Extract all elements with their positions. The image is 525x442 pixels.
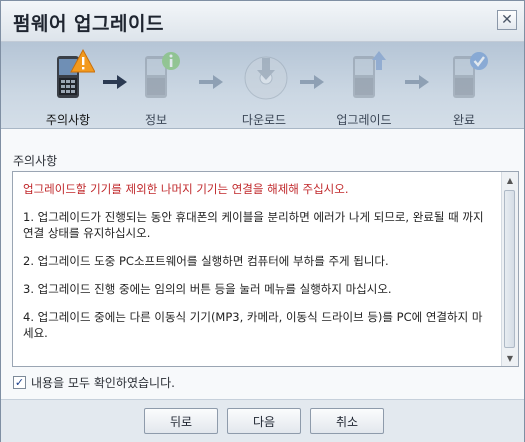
download-disc-icon <box>244 56 288 100</box>
step-label-info: 정보 <box>144 113 168 127</box>
step-download: 다운로드 <box>219 42 309 128</box>
close-button[interactable]: ✕ <box>497 10 517 30</box>
checkmark-icon: ✓ <box>14 375 25 389</box>
scrollbar-thumb[interactable] <box>504 190 515 348</box>
step-info: 정보 <box>111 42 201 128</box>
confirm-row[interactable]: ✓ 내용을 모두 확인하였습니다. <box>13 373 175 391</box>
back-button[interactable]: 뒤로 <box>144 408 218 434</box>
caution-text: 업그레이드할 기기를 제외한 나머지 기기는 연결을 해제해 주십시오. 1. … <box>13 172 502 366</box>
step-caution: 주의사항 <box>23 42 113 128</box>
step-label-caution: 주의사항 <box>45 113 91 127</box>
window-title: 펌웨어 업그레이드 <box>13 13 164 35</box>
step-label-complete: 완료 <box>452 113 476 127</box>
scroll-down-arrow-icon[interactable]: ▼ <box>502 350 518 366</box>
vertical-scrollbar[interactable]: ▲ ▼ <box>501 172 518 366</box>
firmware-upgrade-dialog: 펌웨어 업그레이드 ✕ 주의사항 정보 다운로드 업그레이드 완료 주의사항 업… <box>0 0 525 442</box>
phone-check-icon <box>453 52 488 98</box>
confirm-label[interactable]: 내용을 모두 확인하였습니다. <box>31 374 175 391</box>
notice-item: 3. 업그레이드 진행 중에는 임의의 버튼 등을 눌러 메뉴를 실행하지 마십… <box>23 282 392 296</box>
next-button[interactable]: 다음 <box>227 408 301 434</box>
close-icon: ✕ <box>501 12 513 28</box>
disconnect-warning: 업그레이드할 기기를 제외한 나머지 기기는 연결을 해제해 주십시오. <box>23 182 349 196</box>
caution-text-box[interactable]: 업그레이드할 기기를 제외한 나머지 기기는 연결을 해제해 주십시오. 1. … <box>12 171 519 367</box>
phone-upgrade-icon <box>353 51 386 98</box>
wizard-steps: 주의사항 정보 다운로드 업그레이드 완료 <box>1 42 524 129</box>
notice-item: 2. 업그레이드 도중 PC소프트웨어를 실행하면 컴퓨터에 부하를 주게 됩니… <box>23 254 389 268</box>
title-bar: 펌웨어 업그레이드 ✕ <box>1 1 524 42</box>
caution-section-label: 주의사항 <box>13 154 58 168</box>
step-label-download: 다운로드 <box>241 113 287 127</box>
scroll-up-arrow-icon[interactable]: ▲ <box>502 172 518 188</box>
phone-warning-icon <box>57 48 95 98</box>
button-bar: 뒤로 다음 취소 <box>1 399 524 442</box>
step-upgrade: 업그레이드 <box>319 42 409 128</box>
cancel-button[interactable]: 취소 <box>310 408 384 434</box>
confirm-checkbox[interactable]: ✓ <box>13 375 26 389</box>
notice-item: 4. 업그레이드 중에는 다른 이동식 기기(MP3, 카메라, 이동식 드라이… <box>23 310 483 340</box>
notice-item: 1. 업그레이드가 진행되는 동안 휴대폰의 케이블을 분리하면 에러가 나게 … <box>23 210 484 240</box>
phone-info-icon <box>145 52 180 98</box>
step-label-upgrade: 업그레이드 <box>336 113 392 127</box>
step-complete: 완료 <box>419 42 509 128</box>
